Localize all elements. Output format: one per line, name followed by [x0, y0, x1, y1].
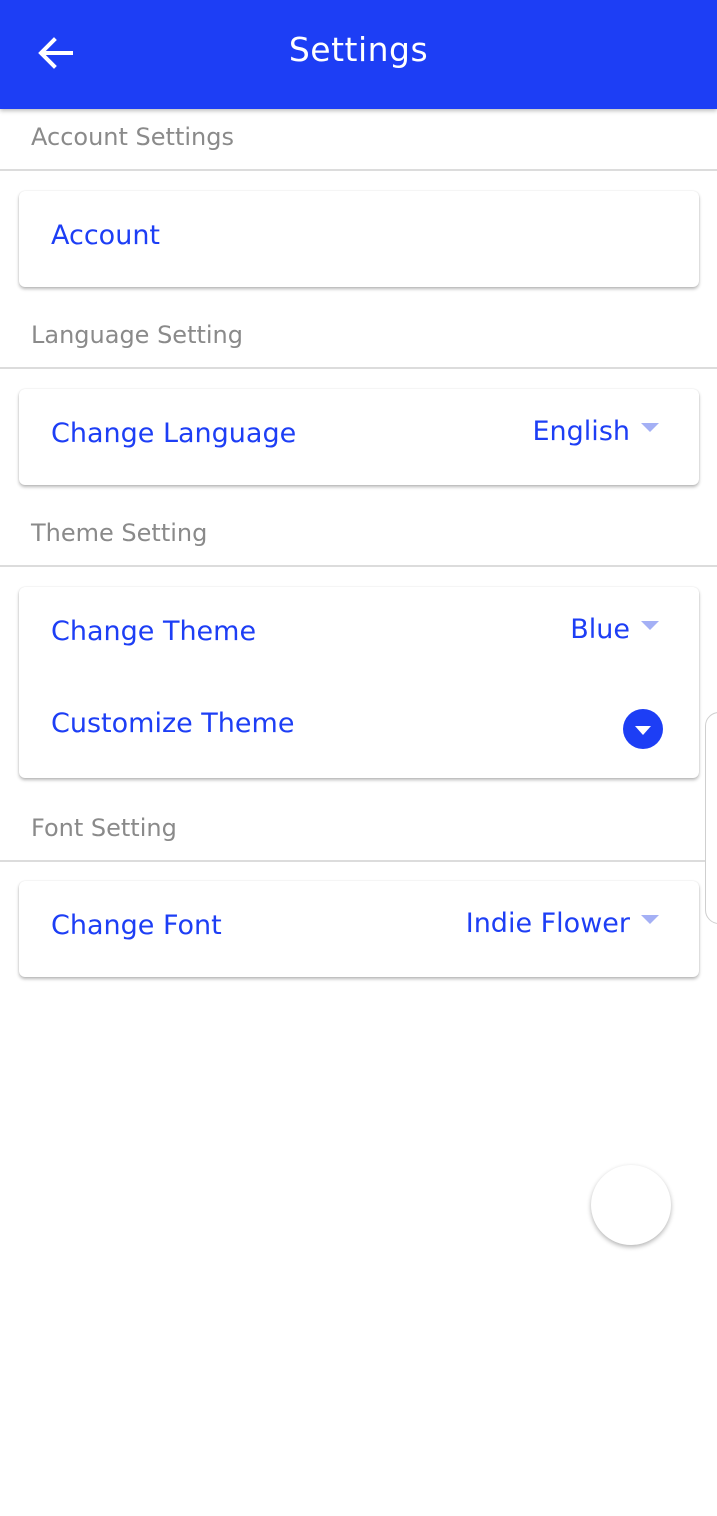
change-font-label: Change Font — [51, 910, 222, 941]
font-dropdown[interactable]: Indie Flower — [466, 908, 659, 939]
section-header-label: Account Settings — [31, 123, 234, 151]
font-card: Change Font Indie Flower — [19, 881, 699, 977]
edge-panel-handle[interactable] — [705, 712, 717, 924]
change-font-row: Change Font Indie Flower — [19, 881, 699, 977]
change-language-row: Change Language English — [19, 389, 699, 485]
section-header-label: Font Setting — [31, 814, 177, 842]
section-header-label: Theme Setting — [31, 519, 208, 547]
section-header-account: Account Settings — [0, 109, 717, 171]
section-header-theme: Theme Setting — [0, 505, 717, 567]
customize-theme-label: Customize Theme — [51, 708, 295, 739]
account-card: Account — [19, 191, 699, 287]
language-dropdown[interactable]: English — [532, 416, 659, 447]
change-theme-label: Change Theme — [51, 616, 257, 647]
section-header-language: Language Setting — [0, 307, 717, 369]
theme-card: Change Theme Blue Customize Theme — [19, 587, 699, 778]
dropdown-caret-icon — [641, 423, 659, 432]
account-label: Account — [51, 220, 161, 251]
dropdown-caret-icon — [641, 621, 659, 630]
language-card: Change Language English — [19, 389, 699, 485]
font-selected-value: Indie Flower — [465, 908, 630, 939]
change-theme-row: Change Theme Blue — [19, 587, 699, 683]
floating-action-button[interactable] — [591, 1165, 671, 1245]
dropdown-caret-icon — [641, 915, 659, 924]
section-header-label: Language Setting — [31, 321, 244, 349]
page-title: Settings — [288, 30, 429, 69]
theme-dropdown[interactable]: Blue — [570, 614, 659, 645]
account-row[interactable]: Account — [19, 191, 699, 287]
app-bar: Settings — [0, 0, 717, 109]
section-header-font: Font Setting — [0, 800, 717, 862]
theme-selected-value: Blue — [570, 614, 630, 645]
customize-theme-row[interactable]: Customize Theme — [19, 683, 699, 779]
change-language-label: Change Language — [51, 418, 297, 449]
expand-circle-icon[interactable] — [623, 709, 663, 749]
language-selected-value: English — [532, 416, 631, 447]
